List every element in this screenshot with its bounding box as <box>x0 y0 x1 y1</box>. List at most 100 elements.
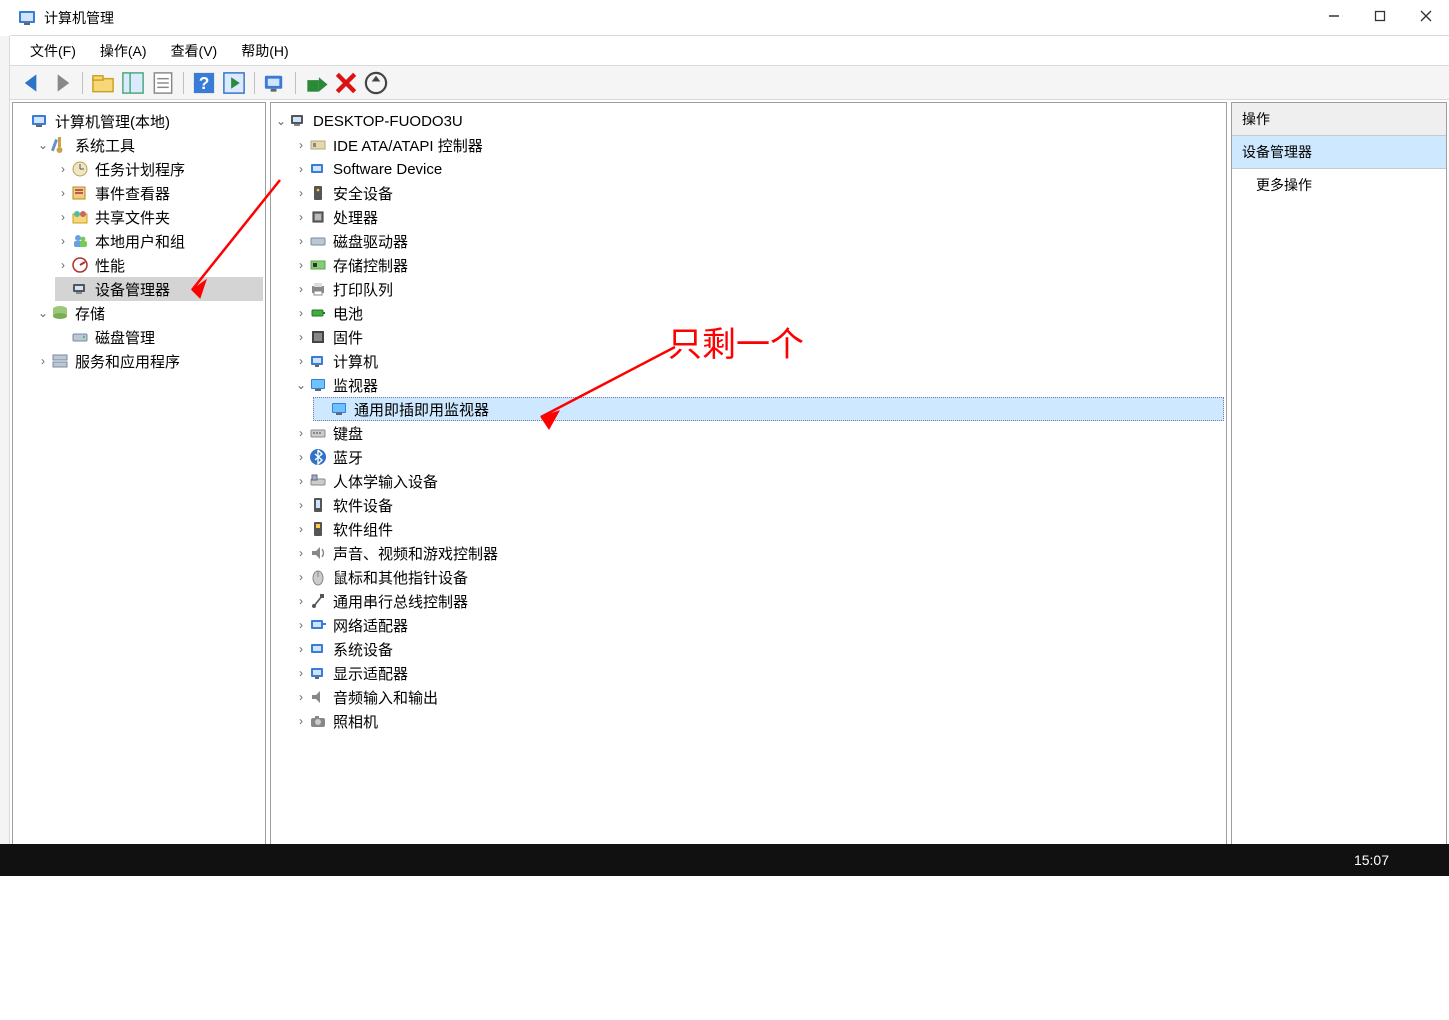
tree-label: 系统工具 <box>75 135 135 156</box>
device-storage-ctrl[interactable]: 存储控制器 <box>293 253 1224 277</box>
enable-device-button[interactable] <box>302 70 330 96</box>
tree-device-manager[interactable]: 设备管理器 <box>55 277 263 301</box>
update-driver-button[interactable] <box>362 70 390 96</box>
device-battery[interactable]: 电池 <box>293 301 1224 325</box>
shared-folders-icon <box>71 208 89 226</box>
audio-io-icon <box>309 688 327 706</box>
storage-icon <box>51 304 69 322</box>
tree-label: 人体学输入设备 <box>333 471 438 492</box>
display-adapter-icon <box>309 664 327 682</box>
tree-label: 通用串行总线控制器 <box>333 591 468 612</box>
tree-disk-mgmt[interactable]: 磁盘管理 <box>55 325 263 349</box>
scope-pane[interactable]: 计算机管理(本地) 系统工具 任务计划程序 事件查看器 共享文件夹 <box>12 102 266 874</box>
software-devices-icon <box>309 496 327 514</box>
bluetooth-icon <box>309 448 327 466</box>
tree-shared-folders[interactable]: 共享文件夹 <box>55 205 263 229</box>
tree-services-apps[interactable]: 服务和应用程序 <box>35 349 263 373</box>
device-camera[interactable]: 照相机 <box>293 709 1224 733</box>
tree-root-computer-management[interactable]: 计算机管理(本地) <box>15 109 263 133</box>
tree-local-users[interactable]: 本地用户和组 <box>55 229 263 253</box>
printer-icon <box>309 280 327 298</box>
device-hid[interactable]: 人体学输入设备 <box>293 469 1224 493</box>
device-cpu[interactable]: 处理器 <box>293 205 1224 229</box>
tree-label: 系统设备 <box>333 639 393 660</box>
forward-button[interactable] <box>48 70 76 96</box>
menu-file[interactable]: 文件(F) <box>18 37 88 65</box>
tree-label: 键盘 <box>333 423 363 444</box>
actions-more[interactable]: 更多操作 <box>1232 169 1446 201</box>
device-computer[interactable]: 计算机 <box>293 349 1224 373</box>
device-print-queue[interactable]: 打印队列 <box>293 277 1224 301</box>
device-display[interactable]: 显示适配器 <box>293 661 1224 685</box>
menu-view[interactable]: 查看(V) <box>159 37 230 65</box>
services-icon <box>51 352 69 370</box>
tree-label: 计算机管理(本地) <box>55 111 170 132</box>
ide-icon <box>309 136 327 154</box>
hid-icon <box>309 472 327 490</box>
security-device-icon <box>309 184 327 202</box>
device-mouse[interactable]: 鼠标和其他指针设备 <box>293 565 1224 589</box>
taskbar-clock: 15:07 <box>1354 852 1389 868</box>
tree-label: 事件查看器 <box>95 183 170 204</box>
disk-icon <box>71 328 89 346</box>
tree-performance[interactable]: 性能 <box>55 253 263 277</box>
device-soft-comp[interactable]: 软件组件 <box>293 517 1224 541</box>
tree-label: 磁盘管理 <box>95 327 155 348</box>
tree-label: 固件 <box>333 327 363 348</box>
maximize-button[interactable] <box>1357 0 1403 32</box>
actions-header: 操作 <box>1232 103 1446 136</box>
monitor-icon <box>309 376 327 394</box>
device-network[interactable]: 网络适配器 <box>293 613 1224 637</box>
uninstall-device-button[interactable] <box>332 70 360 96</box>
device-tree-pane[interactable]: DESKTOP-FUODO3U IDE ATA/ATAPI 控制器 Softwa… <box>270 102 1227 874</box>
storage-ctrl-icon <box>309 256 327 274</box>
device-sys-dev[interactable]: 系统设备 <box>293 637 1224 661</box>
minimize-button[interactable] <box>1311 0 1357 32</box>
tree-storage[interactable]: 存储 <box>35 301 263 325</box>
device-firmware[interactable]: 固件 <box>293 325 1224 349</box>
keyboard-icon <box>309 424 327 442</box>
monitor-icon <box>330 400 348 418</box>
device-root[interactable]: DESKTOP-FUODO3U <box>273 109 1224 133</box>
actions-pane: 操作 设备管理器 更多操作 <box>1231 102 1447 874</box>
device-sound[interactable]: 声音、视频和游戏控制器 <box>293 541 1224 565</box>
tree-label: IDE ATA/ATAPI 控制器 <box>333 135 483 156</box>
tree-system-tools[interactable]: 系统工具 <box>35 133 263 157</box>
camera-icon <box>309 712 327 730</box>
computer-icon <box>289 112 307 130</box>
app-icon <box>18 9 36 27</box>
close-button[interactable] <box>1403 0 1449 32</box>
menu-action[interactable]: 操作(A) <box>88 37 159 65</box>
tree-event-viewer[interactable]: 事件查看器 <box>55 181 263 205</box>
help-button[interactable]: ? <box>190 70 218 96</box>
tree-label: 软件组件 <box>333 519 393 540</box>
device-usb[interactable]: 通用串行总线控制器 <box>293 589 1224 613</box>
menu-help[interactable]: 帮助(H) <box>229 37 300 65</box>
tree-task-scheduler[interactable]: 任务计划程序 <box>55 157 263 181</box>
device-pnp-monitor[interactable]: 通用即插即用监视器 <box>313 397 1224 421</box>
device-disk-drive[interactable]: 磁盘驱动器 <box>293 229 1224 253</box>
device-software-device[interactable]: Software Device <box>293 157 1224 181</box>
toolbar-separator <box>82 72 83 94</box>
back-button[interactable] <box>18 70 46 96</box>
tree-label: 存储 <box>75 303 105 324</box>
usb-icon <box>309 592 327 610</box>
tree-label: 音频输入和输出 <box>333 687 438 708</box>
computer-management-icon <box>31 112 49 130</box>
network-icon <box>309 616 327 634</box>
show-hide-tree-button[interactable] <box>119 70 147 96</box>
action-button[interactable] <box>220 70 248 96</box>
device-audio-io[interactable]: 音频输入和输出 <box>293 685 1224 709</box>
clock-icon <box>71 160 89 178</box>
device-keyboard[interactable]: 键盘 <box>293 421 1224 445</box>
device-bluetooth[interactable]: 蓝牙 <box>293 445 1224 469</box>
properties-button[interactable] <box>149 70 177 96</box>
scan-hardware-button[interactable] <box>261 70 289 96</box>
toolbar-separator <box>295 72 296 94</box>
device-monitor[interactable]: 监视器 <box>293 373 1224 397</box>
up-button[interactable] <box>89 70 117 96</box>
device-soft-dev[interactable]: 软件设备 <box>293 493 1224 517</box>
taskbar: 15:07 <box>0 844 1449 876</box>
device-ide[interactable]: IDE ATA/ATAPI 控制器 <box>293 133 1224 157</box>
device-security[interactable]: 安全设备 <box>293 181 1224 205</box>
